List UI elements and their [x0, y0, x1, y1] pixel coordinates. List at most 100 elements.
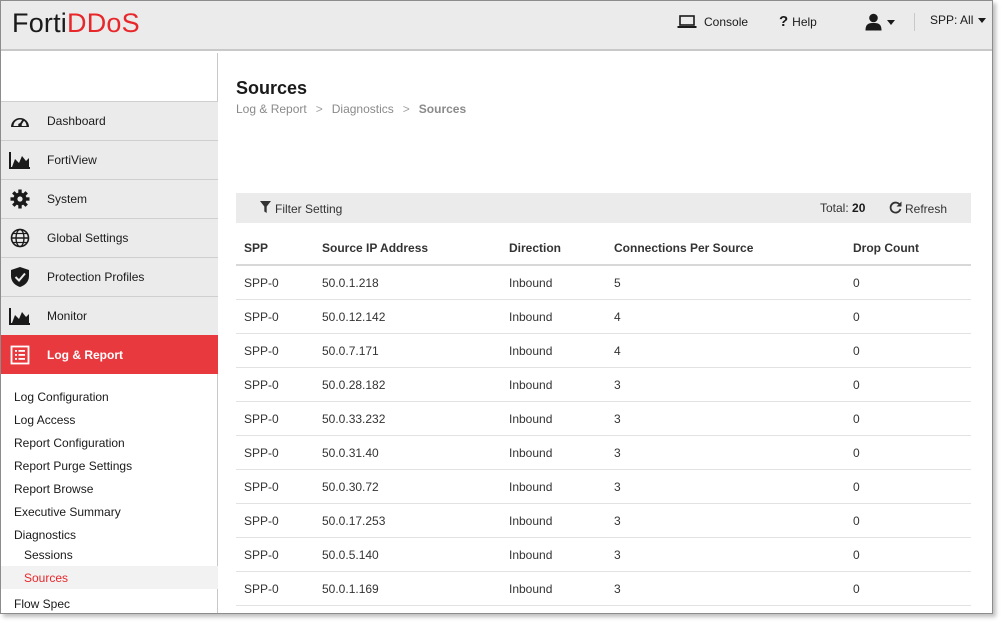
question-mark-icon: ?: [779, 13, 789, 30]
subnav-sessions[interactable]: Sessions: [1, 543, 218, 566]
top-header: FortiDDoS Console ? Help SPP: All: [1, 1, 992, 51]
nav-label: Monitor: [47, 309, 88, 323]
column-header-spp[interactable]: SPP: [244, 241, 268, 255]
refresh-label: Refresh: [905, 202, 948, 216]
table-header: SPP Source IP Address Direction Connecti…: [236, 231, 971, 266]
nav-monitor[interactable]: Monitor: [1, 296, 218, 335]
subnav-report-browse[interactable]: Report Browse: [1, 477, 218, 500]
table-body: SPP-0 50.0.1.218 Inbound 5 0 SPP-0 50.0.12.142…: [236, 266, 971, 606]
cell-connections: 4: [614, 310, 621, 324]
subnav-report-configuration[interactable]: Report Configuration: [1, 431, 218, 454]
table-row[interactable]: SPP-0 50.0.12.142 Inbound 4 0: [236, 300, 971, 334]
laptop-icon: [677, 15, 697, 29]
cell-drop-count: 0: [853, 446, 860, 460]
cell-connections: 3: [614, 582, 621, 596]
nav-label: Log & Report: [47, 348, 123, 362]
cell-spp: SPP-0: [244, 276, 279, 290]
cell-source-ip: 50.0.28.182: [322, 378, 386, 392]
nav-protection-profiles[interactable]: Protection Profiles: [1, 257, 218, 296]
nav-dashboard[interactable]: Dashboard: [1, 101, 218, 140]
cell-spp: SPP-0: [244, 548, 279, 562]
cell-direction: Inbound: [509, 480, 553, 494]
page-title: Sources: [236, 78, 308, 98]
table-row[interactable]: SPP-0 50.0.1.169 Inbound 3 0: [236, 572, 971, 606]
subnav-flow-spec[interactable]: Flow Spec: [1, 592, 218, 613]
cell-connections: 4: [614, 344, 621, 358]
filter-label: Filter Setting: [275, 201, 343, 216]
cell-source-ip: 50.0.1.169: [322, 582, 379, 596]
table-row[interactable]: SPP-0 50.0.1.218 Inbound 5 0: [236, 266, 971, 300]
cell-source-ip: 50.0.5.140: [322, 548, 379, 562]
spp-label: SPP: All: [930, 13, 974, 27]
cell-drop-count: 0: [853, 548, 860, 562]
cell-connections: 3: [614, 548, 621, 562]
table-row[interactable]: SPP-0 50.0.17.253 Inbound 3 0: [236, 504, 971, 538]
cell-direction: Inbound: [509, 446, 553, 460]
user-menu-button[interactable]: [865, 13, 895, 31]
chevron-down-icon: [978, 17, 987, 23]
cell-direction: Inbound: [509, 582, 553, 596]
refresh-button[interactable]: Refresh: [889, 201, 947, 217]
cell-connections: 5: [614, 276, 621, 290]
breadcrumb-log-report[interactable]: Log & Report: [236, 102, 307, 116]
help-button[interactable]: ? Help: [779, 13, 817, 30]
table-row[interactable]: SPP-0 50.0.33.232 Inbound 3 0: [236, 402, 971, 436]
cell-source-ip: 50.0.1.218: [322, 276, 379, 290]
user-icon: [865, 13, 882, 31]
cell-drop-count: 0: [853, 412, 860, 426]
cell-direction: Inbound: [509, 548, 553, 562]
breadcrumb-diagnostics[interactable]: Diagnostics: [332, 102, 394, 116]
shield-icon: [9, 266, 31, 288]
sources-table: SPP Source IP Address Direction Connecti…: [236, 231, 971, 606]
spp-selector[interactable]: SPP: All: [930, 13, 987, 27]
cell-drop-count: 0: [853, 344, 860, 358]
cell-spp: SPP-0: [244, 582, 279, 596]
column-header-drop-count[interactable]: Drop Count: [853, 241, 919, 255]
help-label: Help: [792, 15, 817, 29]
column-header-direction[interactable]: Direction: [509, 241, 561, 255]
table-row[interactable]: SPP-0 50.0.31.40 Inbound 3 0: [236, 436, 971, 470]
nav-label: Global Settings: [47, 231, 129, 245]
cell-drop-count: 0: [853, 582, 860, 596]
subnav-log-configuration[interactable]: Log Configuration: [1, 385, 218, 408]
cell-spp: SPP-0: [244, 514, 279, 528]
total-value: 20: [852, 201, 866, 215]
cell-drop-count: 0: [853, 514, 860, 528]
cell-drop-count: 0: [853, 276, 860, 290]
cell-direction: Inbound: [509, 378, 553, 392]
column-header-connections[interactable]: Connections Per Source: [614, 241, 753, 255]
area-chart-icon: [9, 149, 31, 171]
cell-source-ip: 50.0.12.142: [322, 310, 386, 324]
nav-global-settings[interactable]: Global Settings: [1, 218, 218, 257]
cell-direction: Inbound: [509, 276, 553, 290]
nav-log-report[interactable]: Log & Report: [1, 335, 218, 374]
cell-source-ip: 50.0.30.72: [322, 480, 379, 494]
gear-icon: [9, 188, 31, 210]
main-content: Sources Log & Report > Diagnostics > Sou…: [219, 53, 992, 613]
sidebar: Dashboard FortiView System Global Settin…: [1, 53, 218, 613]
breadcrumb-current: Sources: [418, 102, 467, 116]
cell-source-ip: 50.0.7.171: [322, 344, 379, 358]
fortiddos-logo[interactable]: FortiDDoS: [12, 8, 140, 39]
nav-system[interactable]: System: [1, 179, 218, 218]
console-button[interactable]: Console: [677, 15, 748, 29]
column-header-source-ip[interactable]: Source IP Address: [322, 241, 428, 255]
logo-text-forti: Forti: [12, 8, 67, 38]
list-icon: [9, 344, 31, 366]
cell-spp: SPP-0: [244, 446, 279, 460]
table-row[interactable]: SPP-0 50.0.5.140 Inbound 3 0: [236, 538, 971, 572]
subnav-sources[interactable]: Sources: [1, 566, 218, 589]
subnav-report-purge-settings[interactable]: Report Purge Settings: [1, 454, 218, 477]
subnav-executive-summary[interactable]: Executive Summary: [1, 500, 218, 523]
subnav-log-access[interactable]: Log Access: [1, 408, 218, 431]
cell-connections: 3: [614, 412, 621, 426]
nav-fortiview[interactable]: FortiView: [1, 140, 218, 179]
table-row[interactable]: SPP-0 50.0.7.171 Inbound 4 0: [236, 334, 971, 368]
table-row[interactable]: SPP-0 50.0.28.182 Inbound 3 0: [236, 368, 971, 402]
filter-setting-button[interactable]: Filter Setting: [260, 201, 342, 216]
cell-connections: 3: [614, 378, 621, 392]
nav-label: System: [47, 192, 88, 206]
chevron-down-icon: [887, 19, 895, 25]
cell-spp: SPP-0: [244, 412, 279, 426]
table-row[interactable]: SPP-0 50.0.30.72 Inbound 3 0: [236, 470, 971, 504]
